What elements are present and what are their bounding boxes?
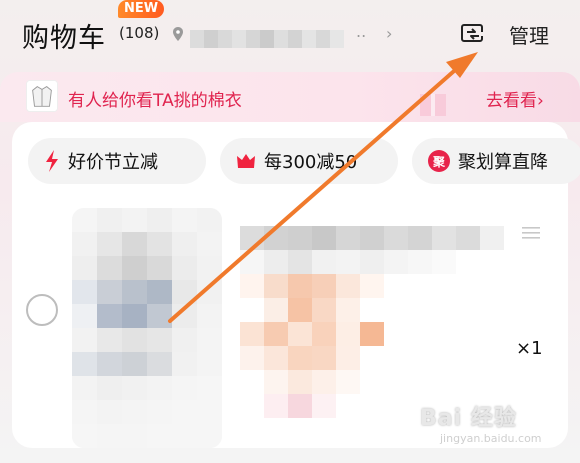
select-item-radio[interactable] [26, 294, 58, 326]
location-chevron[interactable]: › [386, 24, 392, 43]
item-quantity[interactable]: ×1 [516, 338, 543, 359]
banner-go-look-link[interactable]: 去看看› [486, 86, 544, 111]
watermark-main: Bai 经验 [420, 406, 517, 431]
shopping-cart-page: 购物车 NEW (108) .. › 管理 有人给你看TA挑的棉衣 去看看› 好… [0, 0, 580, 463]
gift-decoration-icon [420, 94, 446, 116]
watermark-sub: jingyan.baidu.com [440, 432, 542, 445]
recommend-banner[interactable]: 有人给你看TA挑的棉衣 去看看› [0, 72, 580, 122]
chip-label: 每300减50 [264, 152, 358, 173]
cart-count: (108) [119, 24, 160, 42]
chip-label: 好价节立减 [68, 152, 158, 173]
baidu-watermark: Bai 经验 jingyan.baidu.com [420, 396, 570, 456]
banner-text: 有人给你看TA挑的棉衣 [68, 91, 242, 111]
coat-thumbnail-icon [26, 80, 58, 112]
page-title: 购物车 [22, 23, 106, 54]
chip-discount[interactable]: 每300减50 [220, 138, 398, 184]
promo-chips: 好价节立减 每300减50 聚 聚划算直降 [28, 138, 580, 184]
image-mosaic [72, 208, 222, 448]
location-ellipsis: .. [356, 22, 367, 41]
product-image-blurred[interactable] [72, 208, 222, 448]
chip-good-price[interactable]: 好价节立减 [28, 138, 206, 184]
chip-juhuasuan[interactable]: 聚 聚划算直降 [412, 138, 580, 184]
more-menu-icon[interactable] [522, 226, 540, 240]
lightning-icon [46, 150, 58, 172]
info-mosaic [240, 226, 528, 418]
manage-button[interactable]: 管理 [509, 20, 549, 49]
chip-label: 聚划算直降 [458, 152, 548, 173]
location-pin-icon[interactable] [172, 27, 184, 41]
juhuasuan-icon: 聚 [428, 150, 450, 172]
location-address-blurred[interactable] [190, 30, 344, 48]
new-badge: NEW [118, 0, 165, 18]
crown-icon [237, 154, 255, 168]
cart-header: 购物车 NEW (108) .. › 管理 [0, 0, 580, 70]
cart-switch-icon[interactable] [460, 22, 486, 46]
